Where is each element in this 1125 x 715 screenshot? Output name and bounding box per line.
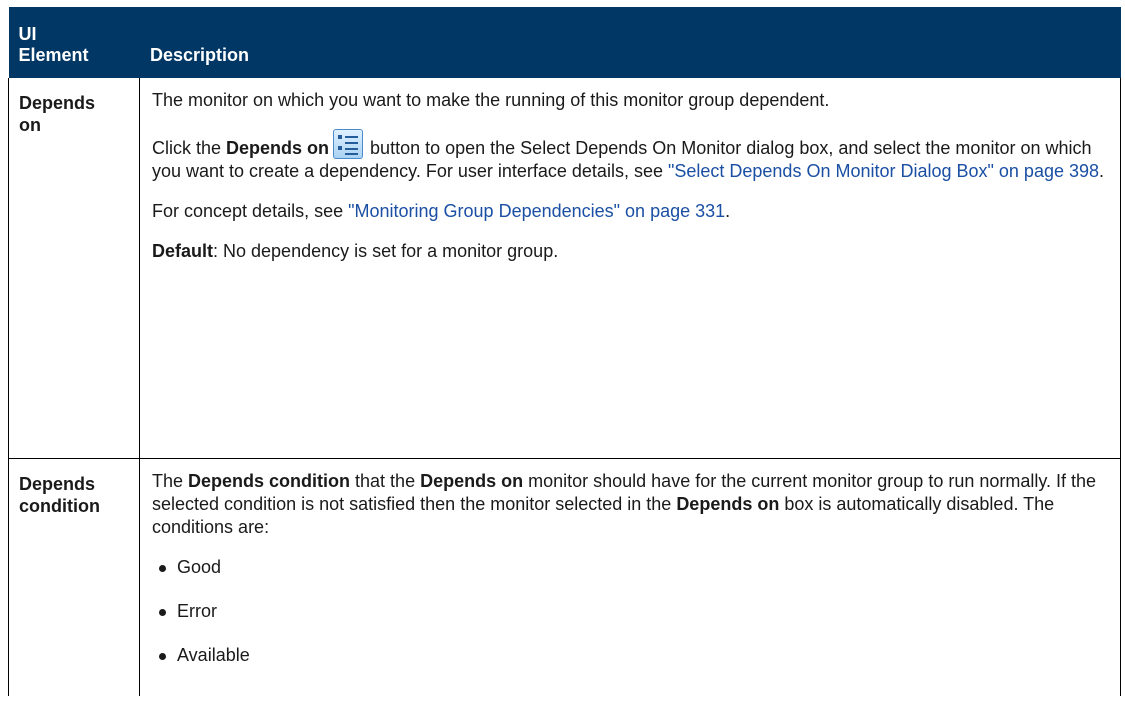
bullet-icon — [159, 564, 166, 572]
row-description: The monitor on which you want to make th… — [139, 78, 1121, 459]
row-element-depends-condition: Depends condition — [8, 458, 140, 696]
ui-elements-table: UI Element Description Depends on The moni… — [8, 7, 1121, 696]
header-description: Description — [139, 7, 1121, 78]
row-description: The Depends condition that the Depends o… — [139, 458, 1121, 696]
description-paragraph: Default: No dependency is set for a moni… — [152, 241, 559, 261]
list-item: Error — [152, 600, 1112, 622]
row-element-depends-on: Depends on — [8, 78, 140, 459]
list-item: Available — [152, 644, 1112, 666]
conditions-list: Good Error Available — [152, 556, 1112, 666]
description-paragraph: Click the Depends on button to open the … — [152, 129, 1112, 183]
table-row: Depends on The monitor on which you want … — [8, 78, 1121, 459]
description-paragraph: The monitor on which you want to make th… — [152, 90, 830, 110]
link-monitoring-group-dependencies[interactable]: "Monitoring Group Dependencies" on page … — [348, 201, 725, 221]
header-ui-element: UI Element — [8, 7, 140, 78]
document-page: UI Element Description Depends on The moni… — [0, 0, 1125, 715]
list-item: Good — [152, 556, 1112, 578]
table-row: Depends condition The Depends condition t… — [8, 458, 1121, 696]
depends-on-icon — [333, 129, 364, 159]
description-paragraph: The Depends condition that the Depends o… — [152, 470, 1097, 537]
bullet-icon — [159, 608, 166, 616]
link-select-depends-on-dialog[interactable]: "Select Depends On Monitor Dialog Box" o… — [668, 161, 1099, 181]
table-header-row: UI Element Description — [8, 7, 1121, 78]
description-paragraph: For concept details, see "Monitoring Gro… — [152, 201, 731, 221]
bullet-icon — [159, 652, 166, 660]
